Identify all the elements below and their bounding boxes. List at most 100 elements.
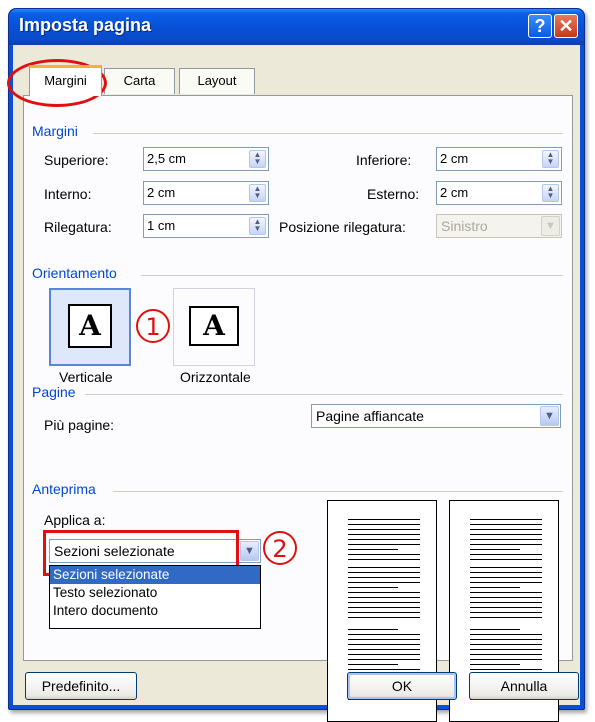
top-margin-spinner[interactable]: 2,5 cm ▲ ▼ <box>143 147 269 171</box>
preview-text-line <box>470 559 542 560</box>
top-margin-label: Superiore: <box>44 152 109 168</box>
gutter-position-label: Posizione rilegatura: <box>279 219 406 235</box>
preview-text-line <box>470 567 542 568</box>
preview-text-line <box>470 592 542 593</box>
gutter-spinner[interactable]: 1 cm ▲ ▼ <box>143 214 269 238</box>
preview-text-line <box>470 629 520 630</box>
gutter-position-select: Sinistro ▼ <box>436 214 562 238</box>
outer-margin-value: 2 cm <box>440 185 469 200</box>
preview-text-line <box>348 607 420 608</box>
preview-text-line <box>348 529 420 530</box>
preview-text-line <box>348 644 420 645</box>
preview-text-line <box>348 659 420 660</box>
preview-text-line <box>348 544 420 545</box>
preview-text-line <box>348 524 420 525</box>
spin-arrows-icon[interactable]: ▲ ▼ <box>542 150 559 168</box>
default-button[interactable]: Predefinito... <box>25 672 137 700</box>
annotation-marker-2: 2 <box>263 531 297 565</box>
preview-text-line <box>470 539 542 540</box>
spin-arrows-icon[interactable]: ▲ ▼ <box>249 150 266 168</box>
spin-arrows-icon[interactable]: ▲ ▼ <box>249 217 266 235</box>
option-intero-documento[interactable]: Intero documento <box>50 602 260 620</box>
preview-text-line <box>470 597 542 598</box>
preview-text-line <box>470 582 542 583</box>
bottom-margin-value: 2 cm <box>440 151 469 166</box>
cancel-button-label: Annulla <box>500 678 548 694</box>
preview-text-line <box>348 539 420 540</box>
preview-text-line <box>470 612 542 613</box>
preview-text-line <box>348 617 420 618</box>
landscape-label: Orizzontale <box>180 369 251 385</box>
preview-text-line <box>348 602 420 603</box>
preview-text-line <box>348 559 420 560</box>
gutter-position-value: Sinistro <box>441 218 488 234</box>
landscape-page-icon: A <box>189 306 239 346</box>
preview-text-line <box>470 607 542 608</box>
preview-text-line <box>470 602 542 603</box>
multiple-pages-select[interactable]: Pagine affiancate ▼ <box>311 404 561 428</box>
inner-margin-spinner[interactable]: 2 cm ▲ ▼ <box>143 181 269 205</box>
preview-text-line <box>348 629 398 630</box>
preview-text-line <box>470 529 542 530</box>
multiple-pages-value: Pagine affiancate <box>316 408 424 424</box>
preview-text-line <box>348 577 420 578</box>
option-sezioni-selezionate[interactable]: Sezioni selezionate <box>50 566 260 584</box>
group-divider <box>85 394 563 395</box>
help-button[interactable]: ? <box>528 14 552 38</box>
spin-arrows-icon[interactable]: ▲ ▼ <box>542 184 559 202</box>
preview-text-line <box>470 639 542 640</box>
landscape-option[interactable]: A <box>173 288 255 366</box>
preview-text-line <box>348 664 398 665</box>
preview-text-line <box>470 664 520 665</box>
pages-group-title: Pagine <box>32 384 76 400</box>
preview-text-line <box>348 582 420 583</box>
preview-text-line <box>348 592 420 593</box>
cancel-button[interactable]: Annulla <box>469 672 579 700</box>
tab-label: Margini <box>44 73 87 88</box>
option-testo-selezionato[interactable]: Testo selezionato <box>50 584 260 602</box>
outer-margin-spinner[interactable]: 2 cm ▲ ▼ <box>436 181 562 205</box>
inner-margin-label: Interno: <box>44 186 92 202</box>
preview-text-line <box>348 612 420 613</box>
preview-text-line <box>348 534 420 535</box>
preview-text-line <box>348 639 420 640</box>
spin-arrows-icon[interactable]: ▲ ▼ <box>249 184 266 202</box>
tab-label: Carta <box>123 73 156 88</box>
tab-layout[interactable]: Layout <box>179 68 255 94</box>
preview-text-line <box>470 577 542 578</box>
close-icon: ✕ <box>558 16 574 36</box>
help-icon: ? <box>534 16 546 36</box>
preview-text-line <box>470 587 520 588</box>
title-bar[interactable]: Imposta pagina ? ✕ <box>9 9 584 45</box>
bottom-margin-spinner[interactable]: 2 cm ▲ ▼ <box>436 147 562 171</box>
preview-text-line <box>470 659 542 660</box>
tab-carta[interactable]: Carta <box>104 68 175 94</box>
preview-text-line <box>348 649 420 650</box>
preview-text-line <box>470 544 542 545</box>
chevron-down-icon: ▼ <box>541 216 560 236</box>
top-margin-value: 2,5 cm <box>147 151 187 166</box>
default-button-label: Predefinito... <box>41 678 121 694</box>
chevron-down-icon[interactable]: ▼ <box>540 406 559 426</box>
apply-to-options: Sezioni selezionate Testo selezionato In… <box>49 565 261 629</box>
orientation-group-title: Orientamento <box>32 265 117 281</box>
multiple-pages-label: Più pagine: <box>44 417 115 433</box>
preview-text-line <box>470 549 520 550</box>
gutter-value: 1 cm <box>147 218 176 233</box>
chevron-down-icon[interactable]: ▼ <box>240 541 259 561</box>
tab-margini[interactable]: Margini <box>29 65 102 96</box>
ok-button[interactable]: OK <box>347 672 457 700</box>
close-button[interactable]: ✕ <box>554 14 578 38</box>
inner-margin-value: 2 cm <box>147 185 176 200</box>
portrait-label: Verticale <box>59 369 113 385</box>
group-divider <box>93 133 563 134</box>
preview-text-line <box>348 567 420 568</box>
preview-text-line <box>470 617 542 618</box>
tab-label: Layout <box>197 73 237 88</box>
preview-text-line <box>470 644 542 645</box>
preview-text-line <box>348 654 420 655</box>
portrait-option[interactable]: A <box>49 288 131 366</box>
bottom-margin-label: Inferiore: <box>356 152 412 168</box>
preview-text-line <box>470 524 542 525</box>
gutter-label: Rilegatura: <box>44 219 112 235</box>
